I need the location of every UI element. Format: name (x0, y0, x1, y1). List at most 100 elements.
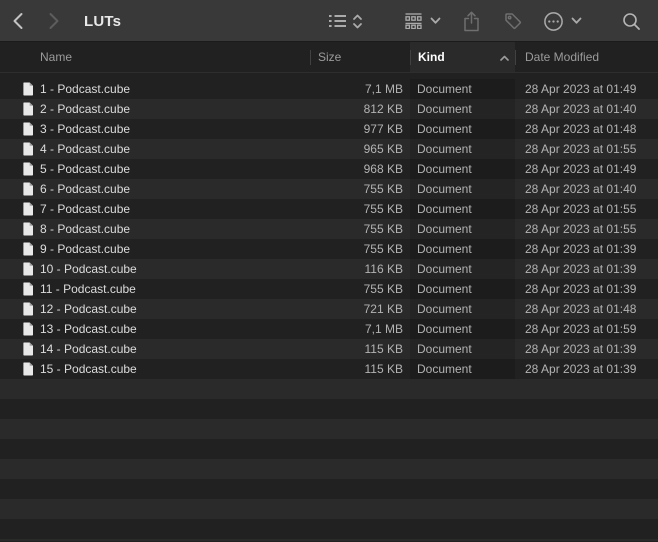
file-row[interactable]: 2 - Podcast.cube 812 KB Document 28 Apr … (0, 99, 658, 119)
back-button[interactable] (12, 0, 24, 42)
file-kind: Document (410, 159, 515, 179)
file-name-cell: 13 - Podcast.cube (0, 319, 310, 339)
group-by-icon (405, 13, 422, 29)
file-size: 7,1 MB (310, 79, 410, 99)
file-row[interactable]: 14 - Podcast.cube 115 KB Document 28 Apr… (0, 339, 658, 359)
file-name-cell: 9 - Podcast.cube (0, 239, 310, 259)
file-kind: Document (410, 119, 515, 139)
file-row[interactable]: 3 - Podcast.cube 977 KB Document 28 Apr … (0, 119, 658, 139)
file-size: 968 KB (310, 159, 410, 179)
list-view-icon (329, 14, 346, 28)
file-kind: Document (410, 299, 515, 319)
file-kind: Document (410, 79, 515, 99)
document-icon (22, 342, 34, 356)
file-kind: Document (410, 139, 515, 159)
file-date-modified: 28 Apr 2023 at 01:39 (515, 259, 658, 279)
file-row[interactable]: 4 - Podcast.cube 965 KB Document 28 Apr … (0, 139, 658, 159)
document-icon (22, 282, 34, 296)
column-header-size[interactable]: Size (318, 42, 341, 72)
file-size: 755 KB (310, 199, 410, 219)
file-name-cell: 5 - Podcast.cube (0, 159, 310, 179)
file-date-modified: 28 Apr 2023 at 01:59 (515, 319, 658, 339)
file-kind: Document (410, 219, 515, 239)
file-row[interactable]: 13 - Podcast.cube 7,1 MB Document 28 Apr… (0, 319, 658, 339)
file-name-cell: 7 - Podcast.cube (0, 199, 310, 219)
more-options-icon (543, 11, 564, 32)
chevron-right-icon (48, 11, 60, 31)
search-icon (622, 12, 641, 31)
chevron-down-icon (430, 17, 441, 25)
file-row[interactable]: 15 - Podcast.cube 115 KB Document 28 Apr… (0, 359, 658, 379)
file-kind: Document (410, 179, 515, 199)
column-header-row: Name Size Kind Date Modified (0, 42, 658, 73)
file-name: 6 - Podcast.cube (40, 179, 130, 199)
document-icon (22, 182, 34, 196)
document-icon (22, 362, 34, 376)
file-size: 755 KB (310, 219, 410, 239)
document-icon (22, 102, 34, 116)
share-button[interactable] (463, 0, 480, 42)
tag-button[interactable] (503, 0, 523, 42)
column-header-kind[interactable]: Kind (418, 42, 445, 72)
file-kind: Document (410, 199, 515, 219)
more-options-button[interactable] (543, 0, 582, 42)
file-name: 11 - Podcast.cube (40, 279, 136, 299)
file-size: 721 KB (310, 299, 410, 319)
column-divider[interactable] (310, 50, 311, 65)
group-by-button[interactable] (405, 0, 441, 42)
window-title: LUTs (84, 0, 121, 42)
file-row[interactable]: 11 - Podcast.cube 755 KB Document 28 Apr… (0, 279, 658, 299)
file-date-modified: 28 Apr 2023 at 01:39 (515, 279, 658, 299)
column-divider[interactable] (515, 50, 516, 65)
file-date-modified: 28 Apr 2023 at 01:55 (515, 199, 658, 219)
file-name-cell: 8 - Podcast.cube (0, 219, 310, 239)
file-size: 965 KB (310, 139, 410, 159)
file-date-modified: 28 Apr 2023 at 01:40 (515, 179, 658, 199)
file-name: 14 - Podcast.cube (40, 339, 137, 359)
column-header-name[interactable]: Name (40, 42, 72, 72)
file-row[interactable]: 10 - Podcast.cube 116 KB Document 28 Apr… (0, 259, 658, 279)
file-row[interactable]: 5 - Podcast.cube 968 KB Document 28 Apr … (0, 159, 658, 179)
file-name: 7 - Podcast.cube (40, 199, 130, 219)
column-divider[interactable] (410, 50, 411, 65)
file-row[interactable]: 6 - Podcast.cube 755 KB Document 28 Apr … (0, 179, 658, 199)
file-row[interactable]: 7 - Podcast.cube 755 KB Document 28 Apr … (0, 199, 658, 219)
file-row[interactable]: 9 - Podcast.cube 755 KB Document 28 Apr … (0, 239, 658, 259)
file-date-modified: 28 Apr 2023 at 01:49 (515, 159, 658, 179)
file-name: 5 - Podcast.cube (40, 159, 130, 179)
file-name-cell: 6 - Podcast.cube (0, 179, 310, 199)
file-name: 10 - Podcast.cube (40, 259, 137, 279)
file-row[interactable]: 1 - Podcast.cube 7,1 MB Document 28 Apr … (0, 79, 658, 99)
content-area: Name Size Kind Date Modified 1 - Podcast… (0, 42, 658, 541)
file-name-cell: 2 - Podcast.cube (0, 99, 310, 119)
file-name: 1 - Podcast.cube (40, 79, 130, 99)
forward-button[interactable] (48, 0, 60, 42)
file-kind: Document (410, 99, 515, 119)
file-name: 13 - Podcast.cube (40, 319, 137, 339)
toolbar: LUTs (0, 0, 658, 42)
file-size: 7,1 MB (310, 319, 410, 339)
document-icon (22, 302, 34, 316)
share-icon (463, 11, 480, 32)
document-icon (22, 242, 34, 256)
file-size: 115 KB (310, 339, 410, 359)
file-list: 1 - Podcast.cube 7,1 MB Document 28 Apr … (0, 79, 658, 541)
file-kind: Document (410, 339, 515, 359)
file-name-cell: 11 - Podcast.cube (0, 279, 310, 299)
view-stepper-icon (352, 13, 363, 30)
file-date-modified: 28 Apr 2023 at 01:55 (515, 139, 658, 159)
search-button[interactable] (622, 0, 641, 42)
document-icon (22, 162, 34, 176)
view-mode-button[interactable] (329, 0, 363, 42)
file-size: 116 KB (310, 259, 410, 279)
file-name: 15 - Podcast.cube (40, 359, 137, 379)
file-row[interactable]: 12 - Podcast.cube 721 KB Document 28 Apr… (0, 299, 658, 319)
column-header-date-modified[interactable]: Date Modified (525, 42, 599, 72)
file-name-cell: 3 - Podcast.cube (0, 119, 310, 139)
file-name-cell: 15 - Podcast.cube (0, 359, 310, 379)
file-name-cell: 4 - Podcast.cube (0, 139, 310, 159)
file-name-cell: 1 - Podcast.cube (0, 79, 310, 99)
file-kind: Document (410, 359, 515, 379)
file-row[interactable]: 8 - Podcast.cube 755 KB Document 28 Apr … (0, 219, 658, 239)
tag-icon (503, 11, 523, 31)
